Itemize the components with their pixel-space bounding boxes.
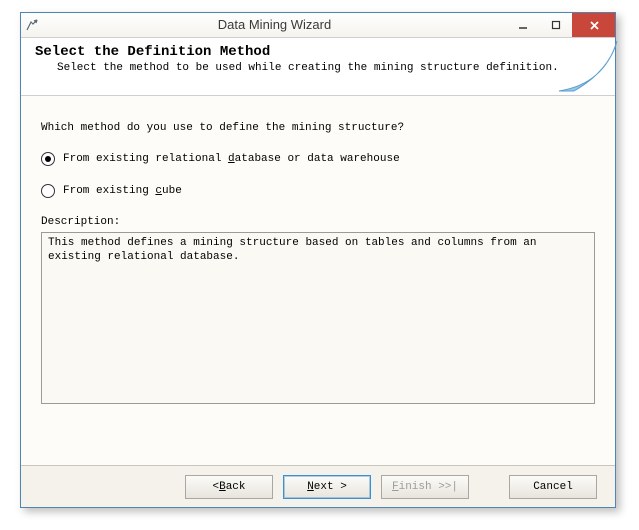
titlebar: Data Mining Wizard <box>21 13 615 38</box>
maximize-icon <box>551 20 561 30</box>
wizard-header-title: Select the Definition Method <box>35 44 601 60</box>
app-icon <box>21 13 43 37</box>
wizard-button-bar: < Back Next > Finish >>| Cancel <box>21 465 615 507</box>
maximize-button[interactable] <box>539 13 572 37</box>
wizard-graphic-icon <box>549 36 619 99</box>
window-title: Data Mining Wizard <box>43 13 506 37</box>
back-button[interactable]: < Back <box>185 475 273 499</box>
radio-label-relational: From existing relational database or dat… <box>63 153 400 165</box>
description-textbox: This method defines a mining structure b… <box>41 232 595 404</box>
cancel-button[interactable]: Cancel <box>509 475 597 499</box>
window-control-buttons <box>506 13 615 37</box>
close-button[interactable] <box>572 13 615 37</box>
radio-option-cube[interactable]: From existing cube <box>41 184 595 198</box>
wizard-content: Which method do you use to define the mi… <box>21 96 615 414</box>
radio-icon <box>41 152 55 166</box>
minimize-icon <box>518 20 528 30</box>
minimize-button[interactable] <box>506 13 539 37</box>
radio-label-cube: From existing cube <box>63 185 182 197</box>
radio-icon <box>41 184 55 198</box>
wizard-window: Data Mining Wizard Select the Definition… <box>20 12 616 508</box>
wizard-header-subtitle: Select the method to be used while creat… <box>57 62 601 74</box>
next-button[interactable]: Next > <box>283 475 371 499</box>
radio-option-relational[interactable]: From existing relational database or dat… <box>41 152 595 166</box>
description-label: Description: <box>41 216 595 228</box>
close-icon <box>589 20 600 31</box>
question-label: Which method do you use to define the mi… <box>41 122 595 134</box>
wizard-header: Select the Definition Method Select the … <box>21 38 615 96</box>
finish-button: Finish >>| <box>381 475 469 499</box>
